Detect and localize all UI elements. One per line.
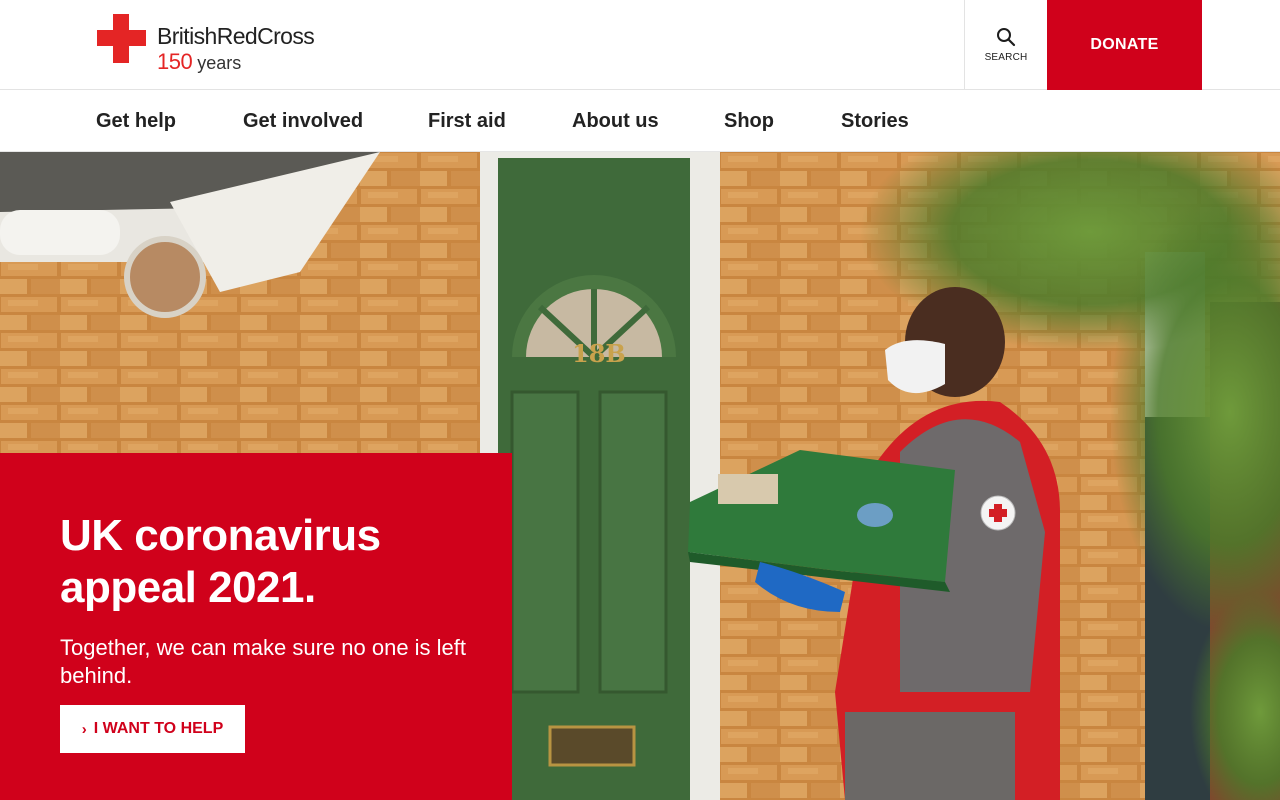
site-header: BritishRedCross 150 years SEARCH DONATE (0, 0, 1280, 90)
appeal-title: UK coronavirus appeal 2021. (60, 511, 381, 612)
i-want-to-help-button[interactable]: › I WANT TO HELP (60, 705, 245, 753)
nav-item-get-help[interactable]: Get help (96, 90, 176, 152)
door-number: 18B (572, 339, 626, 368)
i-want-to-help-label: I WANT TO HELP (93, 720, 224, 737)
red-cross-icon (97, 14, 146, 63)
search-button[interactable]: SEARCH (964, 0, 1047, 90)
british-red-cross-logo[interactable]: BritishRedCross 150 years (97, 14, 315, 74)
nav-item-about-us[interactable]: About us (572, 90, 659, 152)
chevron-right-icon: › (81, 720, 87, 738)
nav-item-shop[interactable]: Shop (724, 90, 774, 152)
appeal-subtitle: Together, we can make sure no one is lef… (60, 635, 467, 688)
logo-years-number: 150 (157, 49, 193, 74)
nav-item-stories[interactable]: Stories (841, 90, 909, 152)
search-icon (997, 28, 1016, 47)
main-navigation: Get help Get involved First aid About us… (0, 90, 1280, 152)
nav-item-get-involved[interactable]: Get involved (243, 90, 363, 152)
search-label: SEARCH (984, 52, 1028, 63)
hero-banner: 18B UK coronavirus appeal 2021. Together… (0, 152, 1280, 800)
logo-years-word: years (197, 53, 242, 73)
appeal-promo-panel: UK coronavirus appeal 2021. Together, we… (0, 453, 512, 800)
nav-item-first-aid[interactable]: First aid (428, 90, 506, 152)
logo-name: BritishRedCross (157, 23, 315, 49)
donate-button[interactable]: DONATE (1047, 0, 1202, 90)
